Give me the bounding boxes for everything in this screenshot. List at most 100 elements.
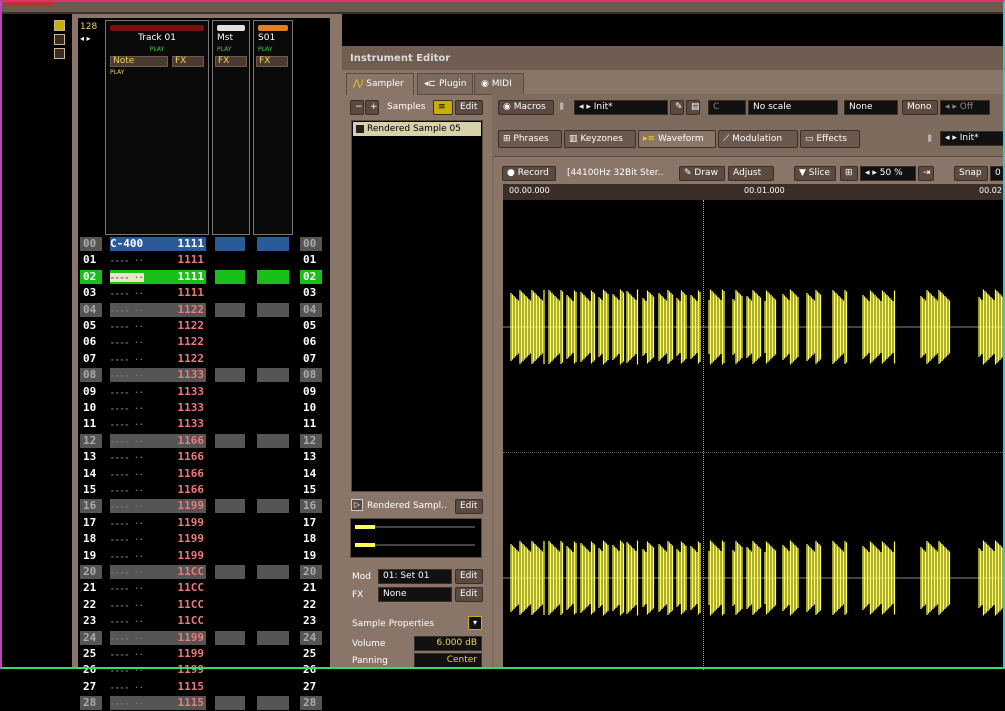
record-button[interactable]: ● Record bbox=[502, 166, 556, 181]
row-number[interactable]: 28 bbox=[80, 696, 102, 710]
zoom-fit-icon[interactable]: ⇥ bbox=[918, 166, 934, 181]
row-number[interactable]: 06 bbox=[300, 335, 322, 349]
row-number[interactable]: 19 bbox=[300, 549, 322, 563]
row-number[interactable]: 13 bbox=[80, 450, 102, 464]
pattern-cell[interactable]: ---- ·· 1199 bbox=[110, 663, 206, 677]
row-number[interactable]: 03 bbox=[300, 286, 322, 300]
row-number[interactable]: 03 bbox=[80, 286, 102, 300]
pattern-cell[interactable]: ---- ·· 11CC bbox=[110, 581, 206, 595]
fx-cell[interactable] bbox=[215, 401, 245, 415]
macros-button[interactable]: ◉ Macros bbox=[498, 100, 554, 115]
fx-cell[interactable] bbox=[215, 647, 245, 661]
fx-cell[interactable] bbox=[215, 434, 245, 448]
tab-midi[interactable]: ◉ MIDI bbox=[474, 73, 524, 95]
pattern-cell[interactable]: ---- ·· 1122 bbox=[110, 319, 206, 333]
pattern-cell[interactable]: ---- ·· 1199 bbox=[110, 631, 206, 645]
lines-arrows-icon[interactable]: ◂ ▸ bbox=[80, 34, 91, 43]
pattern-cell[interactable]: ---- ·· 1133 bbox=[110, 417, 206, 431]
tab-keyzones[interactable]: ▥ Keyzones bbox=[564, 130, 636, 148]
snap-button[interactable]: Snap bbox=[954, 166, 988, 181]
fx-cell[interactable] bbox=[257, 581, 289, 595]
fx-cell[interactable] bbox=[257, 385, 289, 399]
row-number[interactable]: 08 bbox=[80, 368, 102, 382]
fx-column-label[interactable]: FX bbox=[172, 56, 204, 67]
fx-cell[interactable] bbox=[215, 598, 245, 612]
row-number[interactable]: 00 bbox=[300, 237, 322, 251]
fx-cell[interactable] bbox=[215, 565, 245, 579]
row-number[interactable]: 06 bbox=[80, 335, 102, 349]
fx-cell[interactable] bbox=[215, 663, 245, 677]
pattern-option-button-2[interactable] bbox=[54, 48, 65, 59]
row-number[interactable]: 22 bbox=[80, 598, 102, 612]
pattern-cell[interactable]: ---- ·· 1122 bbox=[110, 303, 206, 317]
row-number[interactable]: 15 bbox=[300, 483, 322, 497]
row-number[interactable]: 14 bbox=[80, 467, 102, 481]
grid-icon[interactable]: ⊞ bbox=[840, 166, 858, 181]
fx-cell[interactable] bbox=[215, 270, 245, 284]
row-number[interactable]: 24 bbox=[300, 631, 322, 645]
volume-value[interactable]: 6.000 dB bbox=[414, 636, 482, 651]
note-column-label[interactable]: Note bbox=[110, 56, 168, 67]
adjust-button[interactable]: Adjust bbox=[728, 166, 774, 181]
pattern-cell[interactable]: ---- ·· 1133 bbox=[110, 401, 206, 415]
fx-cell[interactable] bbox=[257, 319, 289, 333]
pattern-cell[interactable]: ---- ·· 1199 bbox=[110, 499, 206, 513]
fx-cell[interactable] bbox=[215, 532, 245, 546]
row-number[interactable]: 02 bbox=[300, 270, 322, 284]
key-select[interactable]: C bbox=[708, 100, 746, 115]
fx-cell[interactable] bbox=[257, 352, 289, 366]
fx-cell[interactable] bbox=[257, 467, 289, 481]
mod-edit-button[interactable]: Edit bbox=[455, 569, 483, 584]
fx-cell[interactable] bbox=[257, 417, 289, 431]
fx-cell[interactable] bbox=[215, 335, 245, 349]
pattern-cell[interactable]: ---- ·· 1133 bbox=[110, 368, 206, 382]
pattern-cell[interactable]: ---- ·· 1199 bbox=[110, 549, 206, 563]
fx-cell[interactable] bbox=[215, 631, 245, 645]
pattern-option-button[interactable] bbox=[54, 34, 65, 45]
row-number[interactable]: 10 bbox=[300, 401, 322, 415]
row-number[interactable]: 26 bbox=[300, 663, 322, 677]
row-number[interactable]: 17 bbox=[80, 516, 102, 530]
row-number[interactable]: 05 bbox=[300, 319, 322, 333]
fx-cell[interactable] bbox=[257, 532, 289, 546]
row-number[interactable]: 21 bbox=[80, 581, 102, 595]
row-number[interactable]: 07 bbox=[300, 352, 322, 366]
row-number[interactable]: 04 bbox=[80, 303, 102, 317]
row-number[interactable]: 08 bbox=[300, 368, 322, 382]
row-number[interactable]: 21 bbox=[300, 581, 322, 595]
row-number[interactable]: 11 bbox=[300, 417, 322, 431]
slice-button[interactable]: ▼ Slice bbox=[794, 166, 836, 181]
fx-cell[interactable] bbox=[257, 499, 289, 513]
fx-column-label[interactable]: FX bbox=[256, 56, 288, 67]
pattern-cell[interactable]: ---- ·· 1199 bbox=[110, 647, 206, 661]
pattern-cell[interactable]: ---- ·· 11CC bbox=[110, 614, 206, 628]
row-number[interactable]: 14 bbox=[300, 467, 322, 481]
fx-cell[interactable] bbox=[215, 417, 245, 431]
row-number[interactable]: 12 bbox=[300, 434, 322, 448]
tab-phrases[interactable]: ⊞ Phrases bbox=[498, 130, 562, 148]
fx-cell[interactable] bbox=[257, 631, 289, 645]
fx-cell[interactable] bbox=[215, 614, 245, 628]
remove-sample-button[interactable]: − bbox=[350, 100, 364, 115]
rendered-sample-edit-button[interactable]: Edit bbox=[455, 499, 483, 514]
mono-button[interactable]: Mono bbox=[902, 100, 938, 115]
pattern-cell[interactable]: ---- ·· 11CC bbox=[110, 598, 206, 612]
fx-cell[interactable] bbox=[257, 565, 289, 579]
fx-cell[interactable] bbox=[257, 434, 289, 448]
draw-button[interactable]: ✎ Draw bbox=[679, 166, 725, 181]
pattern-cell[interactable]: ---- ·· 1115 bbox=[110, 696, 206, 710]
tab-waveform[interactable]: ▸≋ Waveform bbox=[638, 130, 716, 148]
row-number[interactable]: 18 bbox=[300, 532, 322, 546]
row-number[interactable]: 27 bbox=[80, 680, 102, 694]
pattern-cell[interactable]: ---- ·· 1115 bbox=[110, 680, 206, 694]
pattern-matrix-toggle[interactable] bbox=[54, 20, 65, 31]
row-number[interactable]: 18 bbox=[80, 532, 102, 546]
row-number[interactable]: 00 bbox=[80, 237, 102, 251]
row-number[interactable]: 22 bbox=[300, 598, 322, 612]
fx-cell[interactable] bbox=[215, 516, 245, 530]
active-window-tab[interactable] bbox=[4, 0, 54, 6]
chevron-down-icon[interactable]: ▾ bbox=[468, 616, 482, 630]
track-header-send[interactable]: S01 PLAY FX bbox=[253, 20, 293, 235]
row-number[interactable]: 13 bbox=[300, 450, 322, 464]
sample-list-item[interactable]: Rendered Sample 05 bbox=[353, 122, 481, 136]
